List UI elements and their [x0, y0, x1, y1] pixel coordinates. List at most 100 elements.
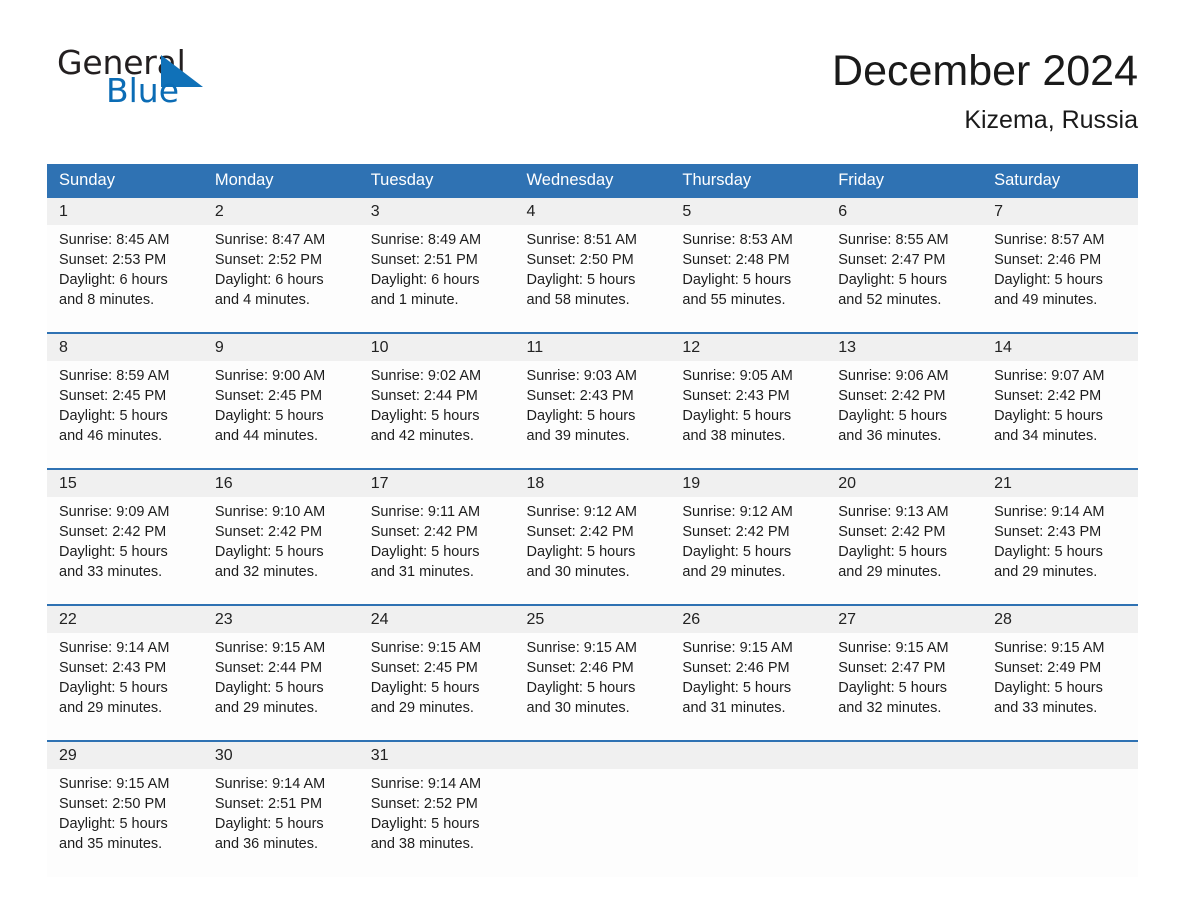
day-number-cell[interactable]: 20 [826, 468, 983, 498]
day-sunrise-text: Sunrise: 8:53 AM [682, 232, 793, 249]
day-detail-cell[interactable]: Sunrise: 9:13 AM Sunset: 2:42 PM Daylight:… [826, 497, 983, 606]
day-number-cell[interactable]: 15 [47, 468, 203, 498]
day-detail-cell[interactable]: Sunrise: 9:11 AM Sunset: 2:42 PM Daylight:… [358, 497, 515, 606]
day-sunrise-text: Sunrise: 9:11 AM [370, 504, 481, 521]
day-detail-cell[interactable]: Sunrise: 9:15 AM Sunset: 2:46 PM Daylight:… [670, 633, 827, 742]
day-daylight1-text: Daylight: 6 hours [370, 272, 480, 289]
day-detail-cell[interactable]: Sunrise: 8:53 AM Sunset: 2:48 PM Daylight:… [670, 225, 827, 334]
day-number-cell[interactable]: 21 [982, 468, 1138, 498]
day-detail-cell[interactable]: Sunrise: 9:07 AM Sunset: 2:42 PM Daylight:… [982, 361, 1138, 470]
day-sunset-text: Sunset: 2:42 PM [838, 524, 946, 541]
day-sunrise-text: Sunrise: 9:15 AM [370, 640, 482, 657]
day-daylight1-text: Daylight: 5 hours [994, 544, 1103, 561]
day-number-cell[interactable]: 9 [202, 332, 359, 362]
day-number-cell[interactable]: 10 [358, 332, 515, 362]
day-sunset-text: Sunset: 2:51 PM [370, 252, 478, 269]
day-number-cell[interactable]: 17 [358, 468, 515, 498]
day-number-cell[interactable]: 7 [982, 198, 1138, 226]
day-detail-cell[interactable]: Sunrise: 9:12 AM Sunset: 2:42 PM Daylight:… [670, 497, 827, 606]
day-number-cell[interactable]: 23 [202, 604, 359, 634]
day-number-cell[interactable]: 28 [982, 604, 1138, 634]
day-daylight1-text: Daylight: 5 hours [526, 408, 636, 425]
day-sunset-text: Sunset: 2:43 PM [994, 524, 1102, 541]
day-number-cell[interactable]: 2 [202, 198, 359, 226]
day-number-cell[interactable]: 18 [514, 468, 671, 498]
day-detail-cell[interactable]: Sunrise: 9:14 AM Sunset: 2:43 PM Daylight:… [47, 633, 203, 742]
day-number-cell[interactable]: 29 [47, 740, 203, 770]
day-detail-cell[interactable]: Sunrise: 8:49 AM Sunset: 2:51 PM Daylight:… [358, 225, 515, 334]
day-detail-cell[interactable]: Sunrise: 9:12 AM Sunset: 2:42 PM Daylight:… [514, 497, 671, 606]
day-daylight2-text: and 35 minutes. [59, 836, 163, 853]
day-number-cell[interactable]: 4 [514, 198, 671, 226]
day-detail-cell[interactable]: Sunrise: 8:59 AM Sunset: 2:45 PM Daylight:… [47, 361, 203, 470]
day-number-cell[interactable]: 5 [670, 198, 827, 226]
day-detail-cell[interactable]: Sunrise: 9:06 AM Sunset: 2:42 PM Daylight:… [826, 361, 983, 470]
day-detail-cell[interactable]: Sunrise: 9:02 AM Sunset: 2:44 PM Daylight:… [358, 361, 515, 470]
day-detail-cell[interactable]: Sunrise: 9:14 AM Sunset: 2:43 PM Daylight:… [982, 497, 1138, 606]
day-sunrise-text: Sunrise: 9:15 AM [682, 640, 793, 657]
day-detail-cell[interactable]: Sunrise: 9:15 AM Sunset: 2:46 PM Daylight:… [514, 633, 671, 742]
day-number-cell[interactable]: 13 [826, 332, 983, 362]
day-daylight2-text: and 52 minutes. [838, 292, 942, 309]
day-daylight1-text: Daylight: 5 hours [682, 544, 792, 561]
day-daylight2-text: and 34 minutes. [994, 428, 1098, 445]
day-detail-cell[interactable]: Sunrise: 8:51 AM Sunset: 2:50 PM Daylight:… [514, 225, 671, 334]
day-daylight1-text: Daylight: 6 hours [59, 272, 168, 289]
day-detail-cell[interactable]: Sunrise: 9:15 AM Sunset: 2:47 PM Daylight:… [826, 633, 983, 742]
day-number-cell[interactable]: 22 [47, 604, 203, 634]
day-sunrise-text: Sunrise: 9:12 AM [526, 504, 637, 521]
day-detail-cell[interactable]: Sunrise: 9:15 AM Sunset: 2:50 PM Daylight:… [47, 769, 203, 878]
day-sunrise-text: Sunrise: 9:13 AM [838, 504, 949, 521]
day-number-cell[interactable]: 16 [202, 468, 359, 498]
day-daylight1-text: Daylight: 5 hours [59, 408, 168, 425]
day-detail-cell[interactable]: Sunrise: 8:45 AM Sunset: 2:53 PM Daylight:… [47, 225, 203, 334]
week-detail-row: Sunrise: 9:14 AM Sunset: 2:43 PM Daylight:… [47, 633, 1138, 742]
day-detail-cell[interactable]: Sunrise: 8:47 AM Sunset: 2:52 PM Daylight:… [202, 225, 359, 334]
day-number-cell[interactable]: 26 [670, 604, 827, 634]
day-number-cell[interactable]: 12 [670, 332, 827, 362]
day-sunrise-text: Sunrise: 8:51 AM [526, 232, 637, 249]
day-detail-cell[interactable]: Sunrise: 8:57 AM Sunset: 2:46 PM Daylight:… [982, 225, 1138, 334]
day-detail-cell[interactable]: Sunrise: 9:03 AM Sunset: 2:43 PM Daylight:… [514, 361, 671, 470]
day-number-cell[interactable]: 25 [514, 604, 671, 634]
logo-text-blue: Blue [106, 71, 180, 110]
day-sunset-text: Sunset: 2:42 PM [214, 524, 323, 541]
day-daylight1-text: Daylight: 5 hours [214, 408, 324, 425]
day-daylight2-text: and 31 minutes. [682, 700, 786, 717]
day-number-cell[interactable]: 27 [826, 604, 983, 634]
day-daylight2-text: and 8 minutes. [59, 292, 155, 309]
day-number-cell[interactable]: 19 [670, 468, 827, 498]
day-daylight1-text: Daylight: 5 hours [526, 272, 636, 289]
day-detail-cell[interactable]: Sunrise: 9:09 AM Sunset: 2:42 PM Daylight:… [47, 497, 203, 606]
day-number-cell[interactable]: 31 [358, 740, 515, 770]
day-daylight2-text: and 36 minutes. [838, 428, 942, 445]
day-number-cell[interactable]: 24 [358, 604, 515, 634]
day-number-cell[interactable]: 8 [47, 332, 203, 362]
day-number-cell[interactable]: 14 [982, 332, 1138, 362]
day-detail-cell[interactable]: Sunrise: 9:15 AM Sunset: 2:45 PM Daylight:… [358, 633, 515, 742]
day-sunset-text: Sunset: 2:43 PM [682, 388, 790, 405]
day-daylight1-text: Daylight: 5 hours [838, 272, 948, 289]
day-detail-cell[interactable]: Sunrise: 9:00 AM Sunset: 2:45 PM Daylight:… [202, 361, 359, 470]
day-number-cell[interactable]: 1 [47, 198, 203, 226]
day-detail-cell[interactable]: Sunrise: 8:55 AM Sunset: 2:47 PM Daylight:… [826, 225, 983, 334]
day-number-cell[interactable]: 6 [826, 198, 983, 226]
day-daylight1-text: Daylight: 5 hours [838, 408, 948, 425]
weekday-header-thursday: Thursday [670, 164, 827, 199]
day-detail-cell[interactable]: Sunrise: 9:15 AM Sunset: 2:44 PM Daylight:… [202, 633, 359, 742]
day-detail-cell[interactable]: Sunrise: 9:05 AM Sunset: 2:43 PM Daylight:… [670, 361, 827, 470]
day-number-cell[interactable]: 3 [358, 198, 515, 226]
day-detail-cell[interactable]: Sunrise: 9:15 AM Sunset: 2:49 PM Daylight:… [982, 633, 1138, 742]
day-number-cell[interactable]: 11 [514, 332, 671, 362]
day-detail-cell[interactable]: Sunrise: 9:10 AM Sunset: 2:42 PM Daylight:… [202, 497, 359, 606]
day-sunrise-text: Sunrise: 9:00 AM [214, 368, 326, 385]
day-daylight1-text: Daylight: 5 hours [526, 544, 636, 561]
day-sunset-text: Sunset: 2:43 PM [59, 660, 167, 677]
day-daylight2-text: and 29 minutes. [682, 564, 786, 581]
day-sunset-text: Sunset: 2:42 PM [526, 524, 634, 541]
day-daylight1-text: Daylight: 5 hours [994, 272, 1103, 289]
day-number-cell[interactable]: 30 [202, 740, 359, 770]
day-sunrise-text: Sunrise: 9:12 AM [682, 504, 793, 521]
day-detail-cell[interactable]: Sunrise: 9:14 AM Sunset: 2:51 PM Daylight:… [202, 769, 359, 878]
day-detail-cell[interactable]: Sunrise: 9:14 AM Sunset: 2:52 PM Daylight:… [358, 769, 515, 878]
